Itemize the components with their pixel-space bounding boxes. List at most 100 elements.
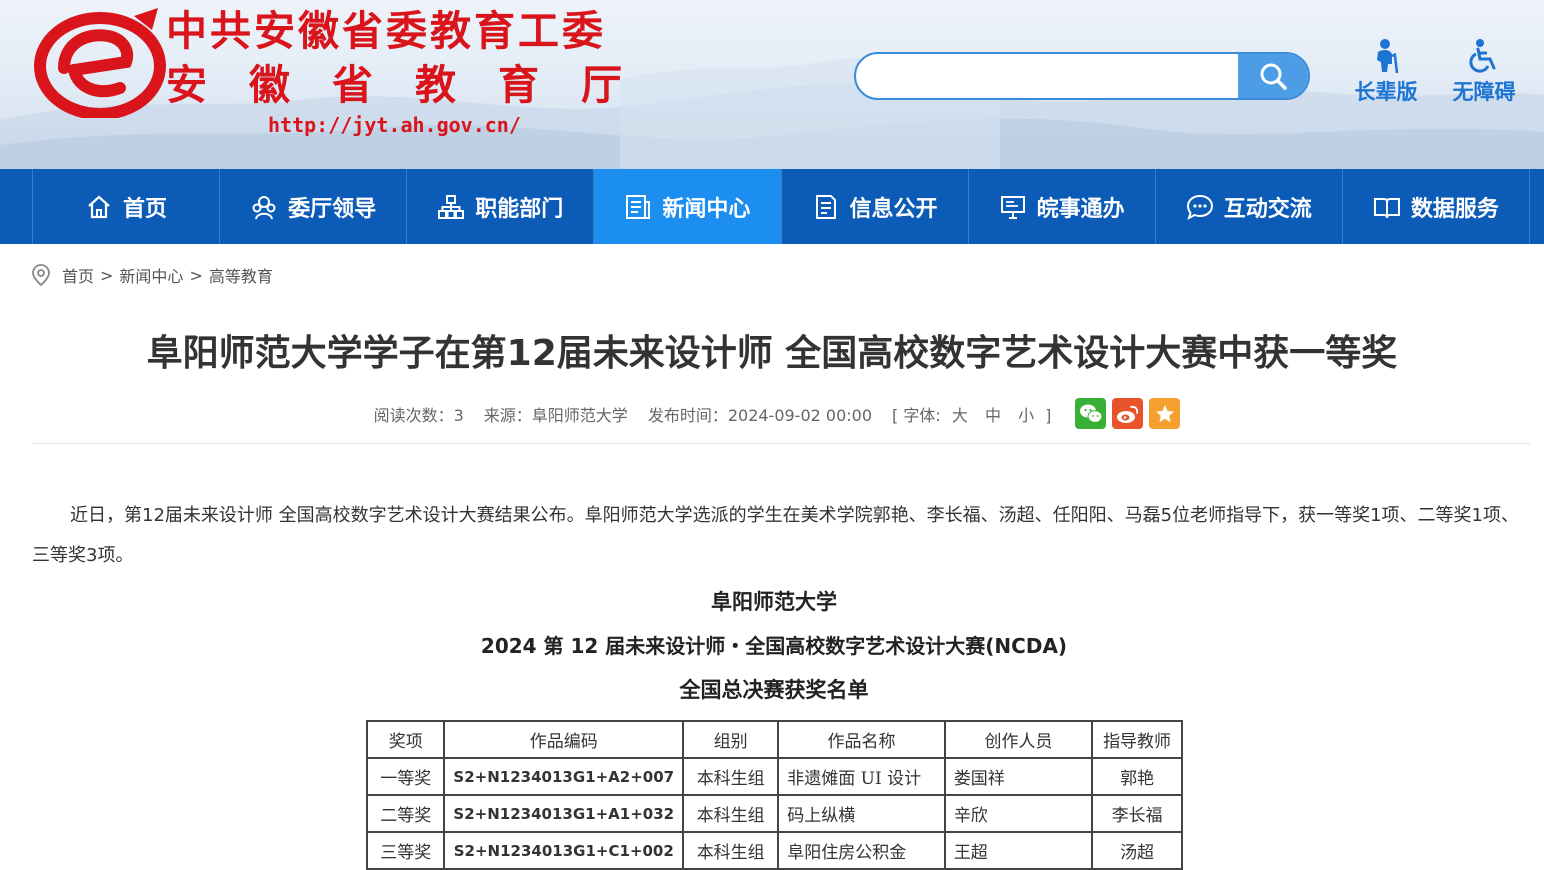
share-weibo-button[interactable] <box>1112 398 1144 429</box>
nav-home[interactable]: 首页 <box>32 169 219 244</box>
breadcrumb-news-center[interactable]: 新闻中心 <box>119 263 183 287</box>
header-code: 作品编码 <box>443 720 685 759</box>
weibo-icon <box>1116 405 1139 423</box>
breadcrumb-home[interactable]: 首页 <box>62 263 94 287</box>
org-name-line-2: 安徽省教育厅 <box>166 61 664 109</box>
nav-wanshitong[interactable]: 皖事通办 <box>967 169 1155 244</box>
nav-departments-label: 职能部门 <box>475 196 564 222</box>
cell-group: 本科生组 <box>682 794 780 833</box>
award-document: 阜阳师范大学 2024 第 12 届未来设计师・全国高校数字艺术设计大赛(NCD… <box>366 580 1182 712</box>
cell-group: 本科生组 <box>682 831 780 870</box>
accessibility-button[interactable]: 无障碍 <box>1444 38 1524 106</box>
cell-award: 二等奖 <box>365 794 446 833</box>
org-chart-icon <box>438 194 465 219</box>
nav-wanshitong-label: 皖事通办 <box>1036 196 1125 222</box>
monitor-icon <box>1000 195 1025 219</box>
source-label: 来源： <box>483 405 532 425</box>
nav-data-service[interactable]: 数据服务 <box>1341 169 1530 244</box>
table-row: 一等奖 S2+N1234013G1+A2+007 本科生组 非遗傩面 UI 设计… <box>365 757 1183 796</box>
cell-group: 本科生组 <box>682 757 780 796</box>
doc-heading-university: 阜阳师范大学 <box>711 590 837 614</box>
home-icon <box>88 195 110 218</box>
article-source: 来源：阜阳师范大学 <box>484 402 628 426</box>
location-pin-icon <box>32 264 50 287</box>
cell-advisor: 郭艳 <box>1091 757 1183 796</box>
cell-award: 三等奖 <box>365 831 446 870</box>
header-work-name: 作品名称 <box>777 720 946 759</box>
search-input[interactable] <box>856 54 1240 98</box>
cell-code: S2+N1234013G1+A1+032 <box>443 794 685 833</box>
main-nav: 首页 委厅领导 职能部门 新闻中心 信息公开 皖事通办 互动交流 数据服务 <box>0 169 1544 244</box>
nav-info-disclosure[interactable]: 信息公开 <box>780 169 968 244</box>
nav-news-center[interactable]: 新闻中心 <box>593 169 781 244</box>
elder-icon <box>1377 39 1399 74</box>
site-header: 中共安徽省委教育工委 安徽省教育厅 http://jyt.ah.gov.cn/ … <box>0 0 1544 169</box>
org-name-line-1: 中共安徽省委教育工委 <box>166 7 606 55</box>
award-table: 奖项 作品编码 组别 作品名称 创作人员 指导教师 一等奖 S2+N123401… <box>365 720 1183 870</box>
nav-data-service-label: 数据服务 <box>1410 196 1499 222</box>
nav-info-disclosure-label: 信息公开 <box>849 196 938 222</box>
font-size-medium[interactable]: 中 <box>985 406 1001 425</box>
wheelchair-icon <box>1469 39 1496 73</box>
book-icon <box>1373 197 1400 218</box>
read-count-label: 阅读次数： <box>373 405 454 425</box>
nav-leaders[interactable]: 委厅领导 <box>219 169 406 244</box>
cell-creator: 王超 <box>943 831 1094 870</box>
site-url[interactable]: http://jyt.ah.gov.cn/ <box>268 113 521 137</box>
font-size-small[interactable]: 小 <box>1018 406 1034 425</box>
font-size-control: [ 字体: 大 中 小 ] <box>892 402 1051 426</box>
cell-work-name: 码上纵横 <box>777 794 946 833</box>
meta-divider <box>32 443 1530 444</box>
article-paragraph: 近日，第12届未来设计师 全国高校数字艺术设计大赛结果公布。阜阳师范大学选派的学… <box>32 505 1519 566</box>
read-count: 阅读次数：3 <box>374 402 464 426</box>
nav-home-label: 首页 <box>123 196 168 222</box>
table-row: 三等奖 S2+N1234013G1+C1+002 本科生组 阜阳住房公积金 王超… <box>365 831 1183 870</box>
table-header-row: 奖项 作品编码 组别 作品名称 创作人员 指导教师 <box>365 720 1183 759</box>
share-wechat-button[interactable] <box>1075 398 1107 429</box>
breadcrumb-higher-education[interactable]: 高等教育 <box>209 263 273 287</box>
publish-time: 发布时间：2024-09-02 00:00 <box>648 402 872 426</box>
article-title: 阜阳师范大学学子在第12届未来设计师 全国高校数字艺术设计大赛中获一等奖 <box>146 333 1398 374</box>
cell-award: 一等奖 <box>365 757 446 796</box>
font-size-open: [ 字体: <box>892 405 941 425</box>
search-button[interactable] <box>1238 54 1308 98</box>
doc-heading-list: 全国总决赛获奖名单 <box>679 678 869 702</box>
nav-news-center-label: 新闻中心 <box>662 196 751 222</box>
table-row: 二等奖 S2+N1234013G1+A1+032 本科生组 码上纵横 辛欣 李长… <box>365 794 1183 833</box>
news-icon <box>626 194 651 219</box>
breadcrumb: 首页 > 新闻中心 > 高等教育 <box>30 263 273 287</box>
article-meta: 阅读次数：3 来源：阜阳师范大学 发布时间：2024-09-02 00:00 [… <box>0 398 1544 429</box>
read-count-value: 3 <box>453 405 464 425</box>
cell-creator: 娄国祥 <box>943 757 1094 796</box>
breadcrumb-separator: > <box>189 265 203 285</box>
cell-code: S2+N1234013G1+A2+007 <box>443 757 685 796</box>
search-box <box>854 52 1310 100</box>
cell-work-name: 非遗傩面 UI 设计 <box>777 757 946 796</box>
cell-creator: 辛欣 <box>943 794 1094 833</box>
cell-advisor: 李长福 <box>1091 794 1183 833</box>
header-advisor: 指导教师 <box>1091 720 1183 759</box>
font-size-large[interactable]: 大 <box>952 406 968 425</box>
elder-mode-button[interactable]: 长辈版 <box>1346 38 1426 106</box>
e-logo-icon <box>34 8 166 118</box>
publish-time-value: 2024-09-02 00:00 <box>727 405 873 425</box>
nav-departments[interactable]: 职能部门 <box>406 169 593 244</box>
favorite-button[interactable] <box>1149 398 1181 429</box>
breadcrumb-separator: > <box>100 265 114 285</box>
nav-interaction[interactable]: 互动交流 <box>1154 169 1342 244</box>
document-icon <box>815 194 836 219</box>
header-group: 组别 <box>682 720 780 759</box>
doc-heading-competition: 2024 第 12 届未来设计师・全国高校数字艺术设计大赛(NCDA) <box>480 634 1068 658</box>
accessibility-label: 无障碍 <box>1452 80 1516 104</box>
leaders-icon <box>252 195 276 219</box>
header-creator: 创作人员 <box>943 720 1094 759</box>
nav-interaction-label: 互动交流 <box>1223 196 1312 222</box>
favorite-star-icon <box>1155 404 1174 422</box>
cell-work-name: 阜阳住房公积金 <box>777 831 946 870</box>
publish-time-label: 发布时间： <box>647 405 728 425</box>
elder-mode-label: 长辈版 <box>1354 80 1418 104</box>
source-value: 阜阳师范大学 <box>531 405 628 425</box>
nav-leaders-label: 委厅领导 <box>288 196 377 222</box>
cell-code: S2+N1234013G1+C1+002 <box>443 831 685 870</box>
font-size-close: ] <box>1045 405 1052 425</box>
